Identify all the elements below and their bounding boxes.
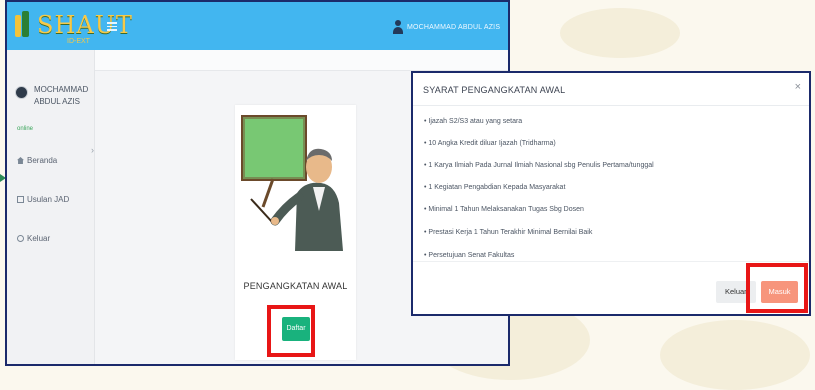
- content-header: [95, 50, 508, 71]
- sidebar-item-label: Keluar: [27, 234, 51, 243]
- menu-toggle-icon[interactable]: [107, 20, 117, 33]
- list-item: • 10 Angka Kredit diluar Ijazah (Tridhar…: [424, 140, 556, 147]
- sidebar-item-beranda[interactable]: Beranda: [17, 156, 57, 165]
- logout-icon: [17, 235, 24, 242]
- list-item: • Ijazah S2/S3 atau yang setara: [424, 118, 523, 125]
- highlight-box: [746, 263, 808, 313]
- home-icon: [17, 157, 24, 164]
- modal-footer: [413, 261, 809, 262]
- user-avatar-icon: [392, 20, 404, 34]
- document-icon: [17, 196, 24, 203]
- modal-title: SYARAT PENGANGKATAN AWAL: [423, 85, 566, 95]
- card-title: PENGANGKATAN AWAL: [243, 281, 348, 291]
- chevron-right-icon: ›: [91, 145, 94, 155]
- highlight-box: [267, 305, 315, 357]
- top-navbar: SHAUT ID-EXT MOCHAMMAD ABDUL AZIS: [7, 2, 508, 50]
- sidebar: MOCHAMMAD ABDUL AZIS online Beranda Usul…: [7, 50, 95, 364]
- list-item: • Minimal 1 Tahun Melaksanakan Tugas Sbg…: [424, 206, 584, 213]
- teacher-illustration: [241, 115, 343, 251]
- logo-mark-icon: [13, 11, 33, 39]
- sidebar-item-usulan-jad[interactable]: Usulan JAD: [17, 195, 69, 204]
- sidebar-item-label: Beranda: [27, 156, 58, 165]
- list-item: • Persetujuan Senat Fakultas: [424, 252, 515, 259]
- online-status: online: [17, 126, 34, 132]
- user-name: MOCHAMMAD ABDUL AZIS: [407, 23, 501, 31]
- logo-text: SHAUT: [37, 11, 133, 39]
- user-menu[interactable]: MOCHAMMAD ABDUL AZIS: [392, 20, 500, 34]
- requirements-modal: SYARAT PENGANGKATAN AWAL × • Ijazah S2/S…: [411, 71, 811, 316]
- list-item: • 1 Karya Ilmiah Pada Jurnal Ilmiah Nasi…: [424, 162, 654, 169]
- close-icon[interactable]: ×: [795, 82, 801, 93]
- modal-header: SYARAT PENGANGKATAN AWAL ×: [413, 73, 809, 106]
- background-decoration: [560, 8, 680, 58]
- sidebar-item-label: Usulan JAD: [27, 195, 70, 204]
- background-decoration: [660, 320, 810, 390]
- avatar: [15, 86, 28, 99]
- sidebar-item-keluar[interactable]: Keluar: [17, 234, 50, 243]
- list-item: • 1 Kegiatan Pengabdian Kepada Masyaraka…: [424, 184, 566, 191]
- logo-subtitle: ID-EXT: [67, 38, 90, 45]
- sidebar-user-name: MOCHAMMAD ABDUL AZIS: [34, 85, 89, 106]
- sidebar-user-panel: MOCHAMMAD ABDUL AZIS: [15, 84, 94, 108]
- list-item: • Prestasi Kerja 1 Tahun Terakhir Minima…: [424, 229, 593, 236]
